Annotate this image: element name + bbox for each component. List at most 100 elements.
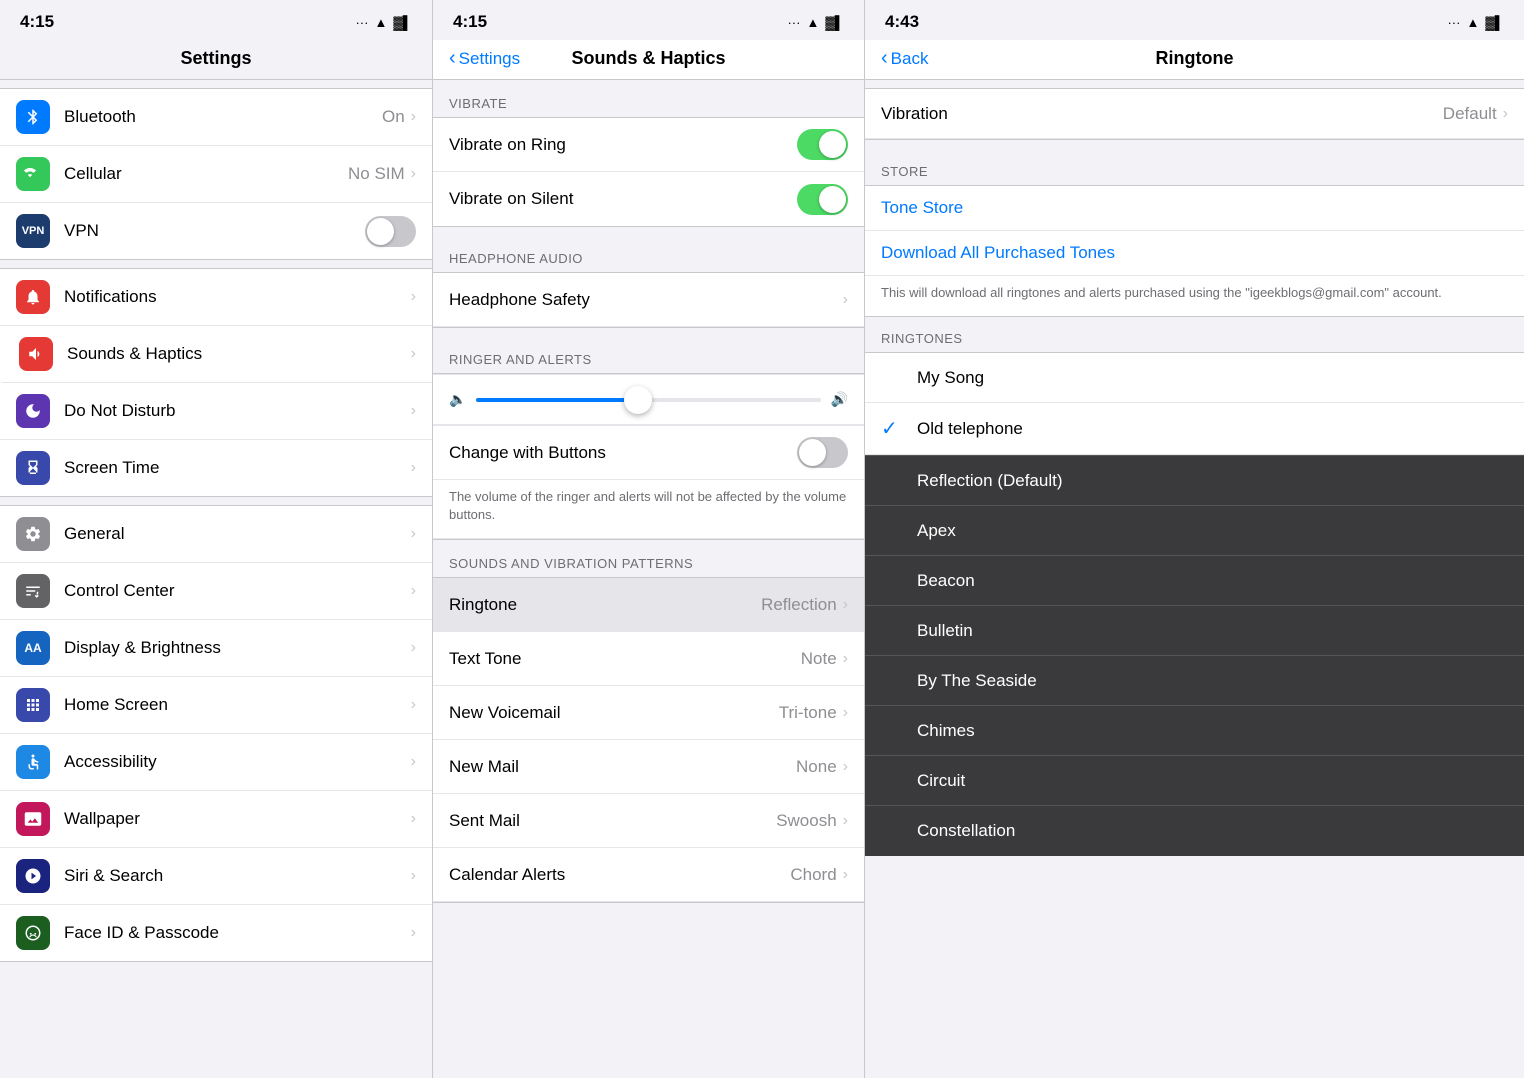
vpn-toggle[interactable] bbox=[365, 216, 416, 247]
ringtone-apex[interactable]: Apex bbox=[865, 506, 1524, 556]
screen-time-chevron: › bbox=[411, 459, 416, 477]
bluetooth-chevron: › bbox=[411, 108, 416, 126]
chimes-name: Chimes bbox=[917, 721, 1508, 741]
ringtone-beacon[interactable]: Beacon bbox=[865, 556, 1524, 606]
ringtone-my-song[interactable]: My Song bbox=[865, 353, 1524, 403]
ringer-group: 🔈 🔊 Change with Buttons The volume of th… bbox=[433, 373, 864, 540]
face-id-chevron: › bbox=[411, 924, 416, 942]
sounds-back-button[interactable]: ‹ Settings bbox=[449, 49, 520, 69]
by-the-seaside-name: By The Seaside bbox=[917, 671, 1508, 691]
download-all-link[interactable]: Download All Purchased Tones bbox=[881, 243, 1115, 262]
ringtone-nav: ‹ Back Ringtone bbox=[865, 40, 1524, 80]
vpn-label: VPN bbox=[64, 221, 365, 241]
tone-store-row[interactable]: Tone Store bbox=[865, 186, 1524, 231]
ringtone-list: My Song ✓ Old telephone Reflection (Defa… bbox=[865, 353, 1524, 856]
sounds-content[interactable]: VIBRATE Vibrate on Ring Vibrate on Silen… bbox=[433, 80, 864, 1078]
back-chevron-icon: ‹ bbox=[449, 48, 456, 68]
ringer-slider-fill bbox=[476, 398, 631, 402]
wifi-icon-2: ▲ bbox=[806, 15, 819, 30]
face-id-icon bbox=[16, 916, 50, 950]
download-all-row[interactable]: Download All Purchased Tones bbox=[865, 231, 1524, 276]
spacer-3a bbox=[865, 80, 1524, 88]
ringtone-content[interactable]: Vibration Default › STORE Tone Store Dow… bbox=[865, 80, 1524, 1078]
change-with-buttons-toggle[interactable] bbox=[797, 437, 848, 468]
control-center-chevron: › bbox=[411, 582, 416, 600]
dnd-label: Do Not Disturb bbox=[64, 401, 411, 421]
face-id-row[interactable]: Face ID & Passcode › bbox=[0, 905, 432, 961]
display-brightness-row[interactable]: AA Display & Brightness › bbox=[0, 620, 432, 677]
sounds-haptics-row[interactable]: Sounds & Haptics › bbox=[0, 326, 432, 383]
siri-label: Siri & Search bbox=[64, 866, 411, 886]
do-not-disturb-row[interactable]: Do Not Disturb › bbox=[0, 383, 432, 440]
bluetooth-row[interactable]: Bluetooth On › bbox=[0, 89, 432, 146]
my-song-name: My Song bbox=[917, 368, 1508, 388]
ringtone-bulletin[interactable]: Bulletin bbox=[865, 606, 1524, 656]
vibrate-on-ring-toggle[interactable] bbox=[797, 129, 848, 160]
ringtone-reflection[interactable]: Reflection (Default) bbox=[865, 456, 1524, 506]
wallpaper-label: Wallpaper bbox=[64, 809, 411, 829]
settings-content[interactable]: Bluetooth On › Cellular No SIM › VPN VPN bbox=[0, 80, 432, 1078]
old-telephone-name: Old telephone bbox=[917, 419, 1508, 439]
ringtone-circuit[interactable]: Circuit bbox=[865, 756, 1524, 806]
change-with-buttons-row[interactable]: Change with Buttons bbox=[433, 426, 864, 480]
ringtone-back-label: Back bbox=[891, 49, 929, 69]
dnd-icon bbox=[16, 394, 50, 428]
notifications-row[interactable]: Notifications › bbox=[0, 269, 432, 326]
ringtone-by-the-seaside[interactable]: By The Seaside bbox=[865, 656, 1524, 706]
home-screen-row[interactable]: Home Screen › bbox=[0, 677, 432, 734]
ringer-note: The volume of the ringer and alerts will… bbox=[433, 480, 864, 539]
settings-group-system: Notifications › Sounds & Haptics › bbox=[0, 268, 432, 497]
vibrate-on-silent-toggle[interactable] bbox=[797, 184, 848, 215]
tone-store-link[interactable]: Tone Store bbox=[881, 198, 963, 217]
ringtone-constellation[interactable]: Constellation bbox=[865, 806, 1524, 856]
vpn-row[interactable]: VPN VPN bbox=[0, 203, 432, 259]
status-time-2: 4:15 bbox=[453, 12, 487, 32]
wifi-icon-3: ▲ bbox=[1466, 15, 1479, 30]
ringtone-old-telephone[interactable]: ✓ Old telephone bbox=[865, 403, 1524, 455]
vibration-row[interactable]: Vibration Default › bbox=[865, 89, 1524, 139]
calendar-alerts-chevron: › bbox=[843, 866, 848, 884]
control-center-row[interactable]: Control Center › bbox=[0, 563, 432, 620]
status-icons-2: ··· ▲ ▓▌ bbox=[787, 15, 844, 30]
ringer-slider-section: 🔈 🔊 bbox=[433, 374, 864, 425]
ringer-slider-track[interactable] bbox=[476, 398, 820, 402]
headphone-header: HEADPHONE AUDIO bbox=[433, 235, 864, 272]
ringtone-row[interactable]: Ringtone Reflection › bbox=[433, 578, 864, 632]
battery-icon-1: ▓▌ bbox=[393, 15, 412, 30]
cellular-value: No SIM bbox=[348, 164, 405, 184]
accessibility-label: Accessibility bbox=[64, 752, 411, 772]
sent-mail-value: Swoosh bbox=[776, 811, 836, 831]
status-time-3: 4:43 bbox=[885, 12, 919, 32]
siri-search-row[interactable]: Siri & Search › bbox=[0, 848, 432, 905]
headphone-safety-row[interactable]: Headphone Safety › bbox=[433, 273, 864, 327]
ringer-slider-thumb[interactable] bbox=[624, 386, 652, 414]
wallpaper-row[interactable]: Wallpaper › bbox=[0, 791, 432, 848]
reflection-name: Reflection (Default) bbox=[917, 471, 1508, 491]
ringtone-back-button[interactable]: ‹ Back bbox=[881, 49, 928, 69]
battery-icon-2: ▓▌ bbox=[825, 15, 844, 30]
cellular-row[interactable]: Cellular No SIM › bbox=[0, 146, 432, 203]
headphone-group: Headphone Safety › bbox=[433, 272, 864, 328]
calendar-alerts-value: Chord bbox=[790, 865, 836, 885]
status-bar-3: 4:43 ··· ▲ ▓▌ bbox=[865, 0, 1524, 40]
cellular-icon bbox=[16, 157, 50, 191]
text-tone-row[interactable]: Text Tone Note › bbox=[433, 632, 864, 686]
sounds-back-label: Settings bbox=[459, 49, 520, 69]
screen-time-label: Screen Time bbox=[64, 458, 411, 478]
vibrate-on-silent-row[interactable]: Vibrate on Silent bbox=[433, 172, 864, 226]
screen-time-row[interactable]: Screen Time › bbox=[0, 440, 432, 496]
store-header: STORE bbox=[865, 148, 1524, 185]
accessibility-row[interactable]: Accessibility › bbox=[0, 734, 432, 791]
new-mail-row[interactable]: New Mail None › bbox=[433, 740, 864, 794]
ringer-slider-row[interactable]: 🔈 🔊 bbox=[449, 391, 848, 408]
status-time-1: 4:15 bbox=[20, 12, 54, 32]
notifications-label: Notifications bbox=[64, 287, 411, 307]
ringtone-chimes[interactable]: Chimes bbox=[865, 706, 1524, 756]
new-voicemail-row[interactable]: New Voicemail Tri-tone › bbox=[433, 686, 864, 740]
calendar-alerts-row[interactable]: Calendar Alerts Chord › bbox=[433, 848, 864, 902]
display-chevron: › bbox=[411, 639, 416, 657]
general-row[interactable]: General › bbox=[0, 506, 432, 563]
sent-mail-row[interactable]: Sent Mail Swoosh › bbox=[433, 794, 864, 848]
vibrate-on-ring-row[interactable]: Vibrate on Ring bbox=[433, 118, 864, 172]
home-screen-chevron: › bbox=[411, 696, 416, 714]
